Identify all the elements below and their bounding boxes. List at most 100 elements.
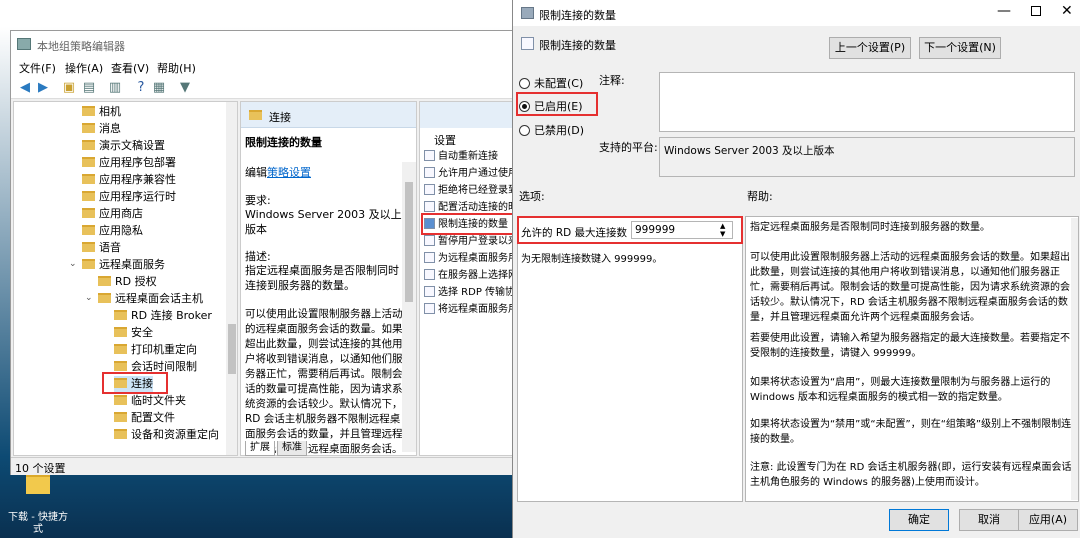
help-icon[interactable]: ? [133, 80, 149, 96]
tree-label: 安全 [131, 326, 153, 339]
gpedit-window: 本地组策略编辑器 文件(F) 操作(A) 查看(V) 帮助(H) ◀ ▶ ▣ ▤… [10, 30, 515, 475]
forward-icon[interactable]: ▶ [35, 80, 51, 96]
desc-edit: 编辑策略设置 [245, 164, 311, 180]
dialog-header: 限制连接的数量 [539, 39, 616, 52]
radio-not-configured[interactable]: 未配置(C) [519, 75, 583, 91]
tree-item[interactable]: 应用程序包部署 [82, 155, 176, 171]
dialog-title: 限制连接的数量 [539, 9, 616, 22]
tree-item[interactable]: 安全 [114, 325, 153, 341]
platform-box: Windows Server 2003 及以上版本 [659, 137, 1075, 177]
desc-scroll-thumb[interactable] [405, 182, 413, 302]
show-tree-icon[interactable]: ▤ [81, 80, 97, 96]
tree-item[interactable]: 临时文件夹 [114, 393, 186, 409]
tree-item[interactable]: RD 授权 [98, 274, 157, 290]
filter-icon[interactable]: ▼ [177, 80, 193, 96]
maximize-icon[interactable] [1031, 6, 1041, 16]
setting-row[interactable]: 为远程桌面服务用 [424, 250, 514, 267]
tree-item[interactable]: 远程桌面服务 [82, 257, 165, 273]
settings-column-header[interactable]: 设置 [434, 132, 456, 148]
setting-row[interactable]: 自动重新连接 [424, 148, 498, 165]
folder-icon [114, 412, 127, 422]
tree-item[interactable]: RD 连接 Broker [114, 308, 212, 324]
tree-item[interactable]: 应用商店 [82, 206, 143, 222]
ok-button[interactable]: 确定 [889, 509, 949, 531]
help-label: 帮助: [747, 190, 773, 203]
properties-icon[interactable]: ▦ [151, 80, 167, 96]
desc-req-value: Windows Server 2003 及以上版本 [245, 208, 402, 236]
tree-item[interactable]: 应用程序运行时 [82, 189, 176, 205]
shortcut-label: 下载 - 快捷方式 [8, 512, 68, 535]
policy-icon [424, 286, 435, 297]
desktop-shortcut[interactable]: 下载 - 快捷方式 [8, 472, 68, 535]
menu-action[interactable]: 操作(A) [65, 60, 103, 76]
desc-text-1: 指定远程桌面服务是否限制同时连接到服务器的数量。 [245, 264, 399, 292]
comment-textarea[interactable] [659, 72, 1075, 132]
help-scrollbar[interactable] [1071, 218, 1078, 500]
prev-setting-button[interactable]: 上一个设置(P) [829, 37, 911, 59]
toolbar: ◀ ▶ ▣ ▤ ▥ ? ▦ ▼ [11, 77, 514, 99]
highlight-box [516, 92, 598, 116]
back-icon[interactable]: ◀ [17, 80, 33, 96]
tree-item[interactable]: 语音 [82, 240, 121, 256]
app-icon [17, 38, 31, 50]
radio-disabled[interactable]: 已禁用(D) [519, 122, 584, 138]
policy-icon [424, 150, 435, 161]
chevron-down-icon[interactable]: ⌄ [85, 293, 93, 303]
comment-label: 注释: [599, 74, 625, 87]
dialog-title-bar: 限制连接的数量 — ✕ [513, 0, 1080, 26]
tree-item[interactable]: 应用隐私 [82, 223, 143, 239]
tree-item[interactable]: 远程桌面会话主机 [98, 291, 203, 307]
minimize-icon[interactable]: — [997, 3, 1011, 19]
settings-pane: 设置 自动重新连接 允许用户通过使用 拒绝将已经登录到 配置活动连接的时 限制连… [419, 101, 515, 456]
folder-icon [82, 225, 95, 235]
tree-item[interactable]: 消息 [82, 121, 121, 137]
tree-label: 配置文件 [131, 411, 175, 424]
desc-header-title: 连接 [269, 111, 291, 124]
setting-label: 配置活动连接的时 [438, 202, 515, 213]
tree-scrollbar[interactable] [226, 102, 237, 455]
desc-title: 限制连接的数量 [245, 136, 322, 149]
menu-help[interactable]: 帮助(H) [157, 60, 196, 76]
tab-standard[interactable]: 标准 [277, 441, 307, 456]
tree-label: RD 授权 [115, 275, 157, 288]
dialog-app-icon [521, 7, 534, 19]
tree-item[interactable]: 打印机重定向 [114, 342, 197, 358]
up-folder-icon[interactable]: ▣ [61, 80, 77, 96]
setting-row[interactable]: 将远程桌面服务用 [424, 301, 514, 318]
export-icon[interactable]: ▥ [107, 80, 123, 96]
menu-view[interactable]: 查看(V) [111, 60, 149, 76]
next-setting-button[interactable]: 下一个设置(N) [919, 37, 1001, 59]
help-paragraph: 指定远程桌面服务是否限制同时连接到服务器的数量。 [750, 222, 990, 233]
apply-button[interactable]: 应用(A) [1018, 509, 1078, 531]
menu-file[interactable]: 文件(F) [19, 60, 56, 76]
setting-row[interactable]: 在服务器上选择网 [424, 267, 514, 284]
edit-policy-link[interactable]: 策略设置 [267, 166, 311, 179]
tree-label: 演示文稿设置 [99, 139, 165, 152]
tab-extended[interactable]: 扩展 [245, 441, 275, 456]
tree-item[interactable]: 设备和资源重定向 [114, 427, 219, 443]
setting-row[interactable]: 暂停用户登录以来 [424, 233, 514, 250]
help-paragraph: 可以使用此设置限制服务器上活动的远程桌面服务会话的数量。如果超出此数量，则尝试连… [750, 252, 1070, 323]
radio-circle [519, 78, 530, 89]
setting-row[interactable]: 拒绝将已经登录到 [424, 182, 514, 199]
close-icon[interactable]: ✕ [1061, 3, 1073, 19]
folder-icon [114, 344, 127, 354]
tree-item[interactable]: 应用程序兼容性 [82, 172, 176, 188]
tree-label: 语音 [99, 241, 121, 254]
folder-icon [82, 106, 95, 116]
settings-header-bg [420, 102, 514, 128]
tree-item[interactable]: 配置文件 [114, 410, 175, 426]
tree-scroll-thumb[interactable] [228, 324, 236, 374]
chevron-down-icon[interactable]: ⌄ [69, 259, 77, 269]
help-panel: 指定远程桌面服务是否限制同时连接到服务器的数量。 可以使用此设置限制服务器上活动… [745, 216, 1079, 502]
tree-label: RD 连接 Broker [131, 309, 212, 322]
tree-item[interactable]: 演示文稿设置 [82, 138, 165, 154]
folder-icon [249, 110, 262, 120]
window-title: 本地组策略编辑器 [37, 40, 125, 53]
description-pane: 连接 限制连接的数量 编辑策略设置 要求: Windows Server 200… [240, 101, 417, 456]
radio-label: 未配置(C) [534, 77, 584, 90]
setting-row[interactable]: 允许用户通过使用 [424, 165, 514, 182]
setting-row[interactable]: 选择 RDP 传输协 [424, 284, 514, 301]
cancel-button[interactable]: 取消 [959, 509, 1019, 531]
tree-item[interactable]: 相机 [82, 104, 121, 120]
